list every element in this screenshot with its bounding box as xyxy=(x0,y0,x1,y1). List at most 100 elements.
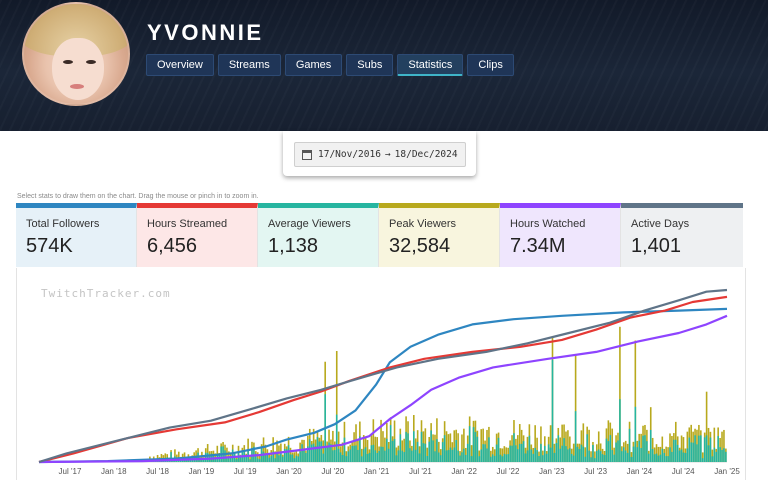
stat-label: Active Days xyxy=(631,218,690,230)
average-viewers-bar xyxy=(661,448,664,462)
average-viewers-bar xyxy=(297,456,300,462)
average-viewers-bar xyxy=(617,440,619,462)
average-viewers-bar xyxy=(597,449,600,462)
average-viewers-bar xyxy=(484,444,486,462)
average-viewers-bar xyxy=(407,433,409,462)
average-viewers-bar xyxy=(362,449,365,462)
average-viewers-bar xyxy=(580,444,583,462)
average-viewers-bar xyxy=(574,411,577,462)
date-range-picker[interactable]: 17/Nov/2016 → 18/Dec/2024 xyxy=(294,142,466,167)
avatar-face xyxy=(52,38,104,100)
average-viewers-bar xyxy=(370,445,373,462)
x-tick-label: Jan '22 xyxy=(451,467,477,476)
average-viewers-bar xyxy=(611,450,614,462)
date-range-start: 17/Nov/2016 xyxy=(318,149,381,160)
average-viewers-bar xyxy=(586,434,588,462)
average-viewers-bar xyxy=(393,438,396,462)
average-viewers-bar xyxy=(567,449,569,462)
average-viewers-bar xyxy=(520,443,523,462)
average-viewers-bar xyxy=(270,456,273,462)
average-viewers-bar xyxy=(565,446,567,462)
average-viewers-bar xyxy=(256,458,259,462)
average-viewers-bar xyxy=(445,450,448,462)
average-viewers-bar xyxy=(387,448,390,462)
stats-chart[interactable]: TwitchTracker.com Jul '17 Jan '18 Jul '18 J… xyxy=(16,268,746,480)
tab-subs[interactable]: Subs xyxy=(346,54,394,76)
average-viewers-bar xyxy=(493,455,496,462)
average-viewers-bar xyxy=(414,449,417,462)
stat-hours-streamed[interactable]: Hours Streamed 6,456 xyxy=(137,203,258,267)
stat-average-viewers[interactable]: Average Viewers 1,138 xyxy=(258,203,379,267)
average-viewers-bar xyxy=(488,437,490,462)
x-tick-label: Jan '24 xyxy=(627,467,653,476)
average-viewers-bar xyxy=(204,452,207,462)
average-viewers-bar xyxy=(540,443,542,462)
average-viewers-bar xyxy=(295,455,298,462)
average-viewers-bar xyxy=(422,443,425,462)
average-viewers-bar xyxy=(501,456,504,462)
average-viewers-bar xyxy=(278,455,280,462)
x-tick-label: Jan '18 xyxy=(101,467,127,476)
average-viewers-bar xyxy=(399,434,402,462)
stat-value: 32,584 xyxy=(389,235,451,257)
average-viewers-bar xyxy=(721,449,723,462)
channel-avatar[interactable] xyxy=(22,2,130,106)
chart-canvas[interactable]: Jul '17 Jan '18 Jul '18 Jan '19 Jul '19 Jan '… xyxy=(17,268,745,480)
average-viewers-bar xyxy=(416,441,419,462)
date-range-card: 17/Nov/2016 → 18/Dec/2024 xyxy=(283,131,476,176)
x-tick-label: Jan '20 xyxy=(276,467,302,476)
average-viewers-bar xyxy=(382,446,384,462)
average-viewers-bar xyxy=(351,445,353,462)
average-viewers-bar xyxy=(522,441,525,462)
average-viewers-bar xyxy=(651,449,654,462)
date-range-end: 18/Dec/2024 xyxy=(394,149,458,160)
average-viewers-bar xyxy=(291,454,294,462)
stat-value: 574K xyxy=(26,235,73,257)
average-viewers-bar xyxy=(476,436,479,462)
average-viewers-bar xyxy=(397,450,400,462)
average-viewers-bar xyxy=(588,450,590,462)
stat-hours-watched[interactable]: Hours Watched 7.34M xyxy=(500,203,621,267)
average-viewers-bar xyxy=(499,454,502,462)
x-tick-label: Jul '18 xyxy=(146,467,169,476)
average-viewers-bar xyxy=(384,450,386,462)
average-viewers-bar xyxy=(491,454,494,462)
tab-clips[interactable]: Clips xyxy=(467,54,514,76)
average-viewers-bar xyxy=(599,451,602,462)
average-viewers-bar xyxy=(320,441,323,462)
average-viewers-bar xyxy=(503,453,506,462)
tab-overview[interactable]: Overview xyxy=(146,54,214,76)
average-viewers-bar xyxy=(576,446,579,462)
average-viewers-bar xyxy=(607,441,610,462)
stat-total-followers[interactable]: Total Followers 574K xyxy=(16,203,137,267)
average-viewers-bar xyxy=(665,456,667,462)
average-viewers-bar xyxy=(692,442,694,462)
average-viewers-bar xyxy=(449,447,452,462)
average-viewers-bar xyxy=(332,450,334,462)
tab-streams[interactable]: Streams xyxy=(217,54,281,76)
average-viewers-bar xyxy=(686,448,689,462)
average-viewers-bar xyxy=(341,454,344,462)
average-viewers-bar xyxy=(322,453,325,462)
average-viewers-bar xyxy=(663,452,666,462)
tab-games[interactable]: Games xyxy=(284,54,343,76)
x-tick-label: Jul '21 xyxy=(409,467,432,476)
average-viewers-bar xyxy=(513,433,515,462)
average-viewers-bar xyxy=(480,449,483,462)
average-viewers-bar xyxy=(443,435,446,462)
average-viewers-bar xyxy=(619,399,621,462)
stat-active-days[interactable]: Active Days 1,401 xyxy=(621,203,743,267)
average-viewers-bar xyxy=(453,447,456,462)
x-tick-label: Jul '17 xyxy=(59,467,82,476)
average-viewers-bar xyxy=(609,435,612,462)
average-viewers-bar xyxy=(705,435,708,462)
average-viewers-bar xyxy=(559,448,562,462)
average-viewers-bar xyxy=(391,440,394,462)
average-viewers-bar xyxy=(411,450,413,462)
average-viewers-bar xyxy=(632,446,635,462)
x-tick-label: Jul '22 xyxy=(497,467,520,476)
tab-statistics[interactable]: Statistics xyxy=(397,54,464,76)
average-viewers-bar xyxy=(264,455,267,462)
average-viewers-bar xyxy=(334,450,336,462)
stat-peak-viewers[interactable]: Peak Viewers 32,584 xyxy=(379,203,500,267)
